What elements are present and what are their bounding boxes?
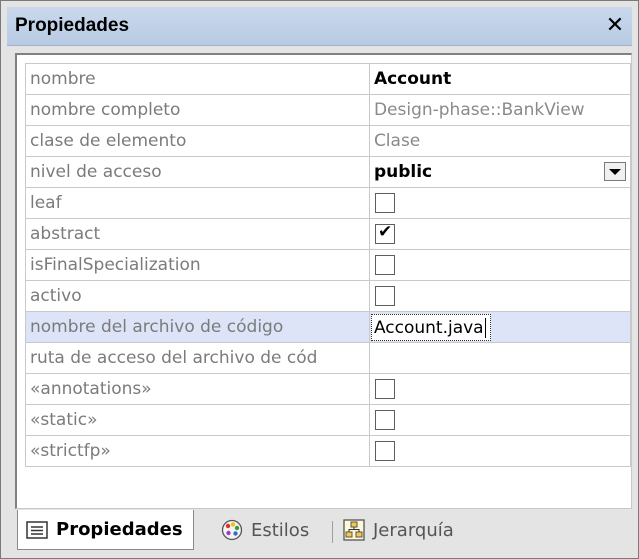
tab-jerarquia[interactable]: Jerarquía — [343, 511, 454, 549]
panel-title-bar: Propiedades ✕ — [7, 7, 632, 46]
checkbox[interactable] — [374, 286, 395, 306]
property-value-cell[interactable] — [368, 373, 631, 405]
property-row[interactable]: isFinalSpecialization — [25, 249, 631, 281]
tab-estilos[interactable]: Estilos — [221, 511, 309, 549]
tab-label: Propiedades — [56, 519, 183, 540]
checkbox[interactable]: ✔ — [374, 222, 395, 244]
property-name: nombre — [25, 63, 370, 95]
property-value-cell[interactable]: ✔ — [368, 218, 631, 250]
tab-label: Estilos — [251, 519, 310, 541]
property-value[interactable]: Design-phase::BankView — [368, 94, 631, 126]
property-value-cell[interactable] — [368, 404, 631, 436]
property-value-cell[interactable] — [368, 249, 631, 281]
list-icon — [26, 520, 48, 539]
tab-bar: Propiedades Estilos Jerarquía — [7, 510, 632, 553]
checkbox[interactable] — [374, 410, 395, 430]
select-wrap: public — [373, 158, 630, 187]
input-text: Account.java — [373, 317, 484, 338]
property-row[interactable]: nombre Account — [25, 63, 631, 95]
property-value[interactable]: Clase — [368, 125, 631, 157]
panel-title: Propiedades — [15, 15, 130, 36]
property-value[interactable] — [368, 342, 631, 374]
property-table: nombre Account nombre completo Design-phase… — [25, 63, 631, 467]
tab-label: Jerarquía — [373, 519, 454, 541]
chevron-down-icon — [609, 168, 621, 175]
property-row[interactable]: «annotations» — [25, 373, 631, 405]
property-name: clase de elemento — [25, 125, 370, 157]
property-row[interactable]: ruta de acceso del archivo de cód — [25, 342, 631, 374]
palette-icon — [221, 519, 243, 541]
hierarchy-icon — [343, 519, 365, 541]
property-value-cell[interactable]: Account.java — [368, 311, 631, 343]
property-name: «annotations» — [25, 373, 370, 405]
property-name: nivel de acceso — [25, 156, 370, 188]
property-name: leaf — [25, 187, 370, 219]
property-row[interactable]: leaf — [25, 187, 631, 219]
close-icon[interactable]: ✕ — [602, 7, 628, 45]
property-value-cell[interactable] — [368, 187, 631, 219]
property-name: nombre del archivo de código — [25, 311, 370, 343]
code-filename-input[interactable]: Account.java — [370, 313, 491, 341]
property-name: ruta de acceso del archivo de cód — [25, 342, 370, 374]
property-row[interactable]: activo — [25, 280, 631, 312]
property-grid: nombre Account nombre completo Design-phase… — [15, 53, 632, 509]
property-value-cell[interactable] — [368, 280, 631, 312]
property-name: isFinalSpecialization — [25, 249, 370, 281]
property-value[interactable]: Account — [368, 63, 631, 95]
property-row[interactable]: nivel de acceso public — [25, 156, 631, 188]
property-row[interactable]: «strictfp» — [25, 435, 631, 467]
access-level-select[interactable]: public — [368, 156, 631, 188]
property-name: «strictfp» — [25, 435, 370, 467]
property-row[interactable]: clase de elemento Clase — [25, 125, 631, 157]
property-name: abstract — [25, 218, 370, 250]
checkbox[interactable] — [374, 193, 395, 213]
select-value: public — [373, 162, 433, 182]
dropdown-button[interactable] — [604, 162, 626, 181]
checkmark-icon: ✔ — [377, 222, 393, 242]
property-value-cell[interactable] — [368, 435, 631, 467]
checkbox[interactable] — [374, 441, 395, 461]
tab-separator — [332, 521, 333, 543]
property-row[interactable]: nombre completo Design-phase::BankView — [25, 94, 631, 126]
property-name: nombre completo — [25, 94, 370, 126]
property-row[interactable]: «static» — [25, 404, 631, 436]
property-row[interactable]: nombre del archivo de código Account.java — [25, 311, 631, 343]
properties-panel: Propiedades ✕ nombre Account nombre comple… — [0, 0, 639, 559]
checkbox[interactable] — [374, 379, 395, 399]
property-row[interactable]: abstract ✔ — [25, 218, 631, 250]
text-caret — [484, 317, 486, 338]
property-name: activo — [25, 280, 370, 312]
property-name: «static» — [25, 404, 370, 436]
tab-propiedades[interactable]: Propiedades — [17, 510, 194, 550]
checkbox[interactable] — [374, 255, 395, 275]
